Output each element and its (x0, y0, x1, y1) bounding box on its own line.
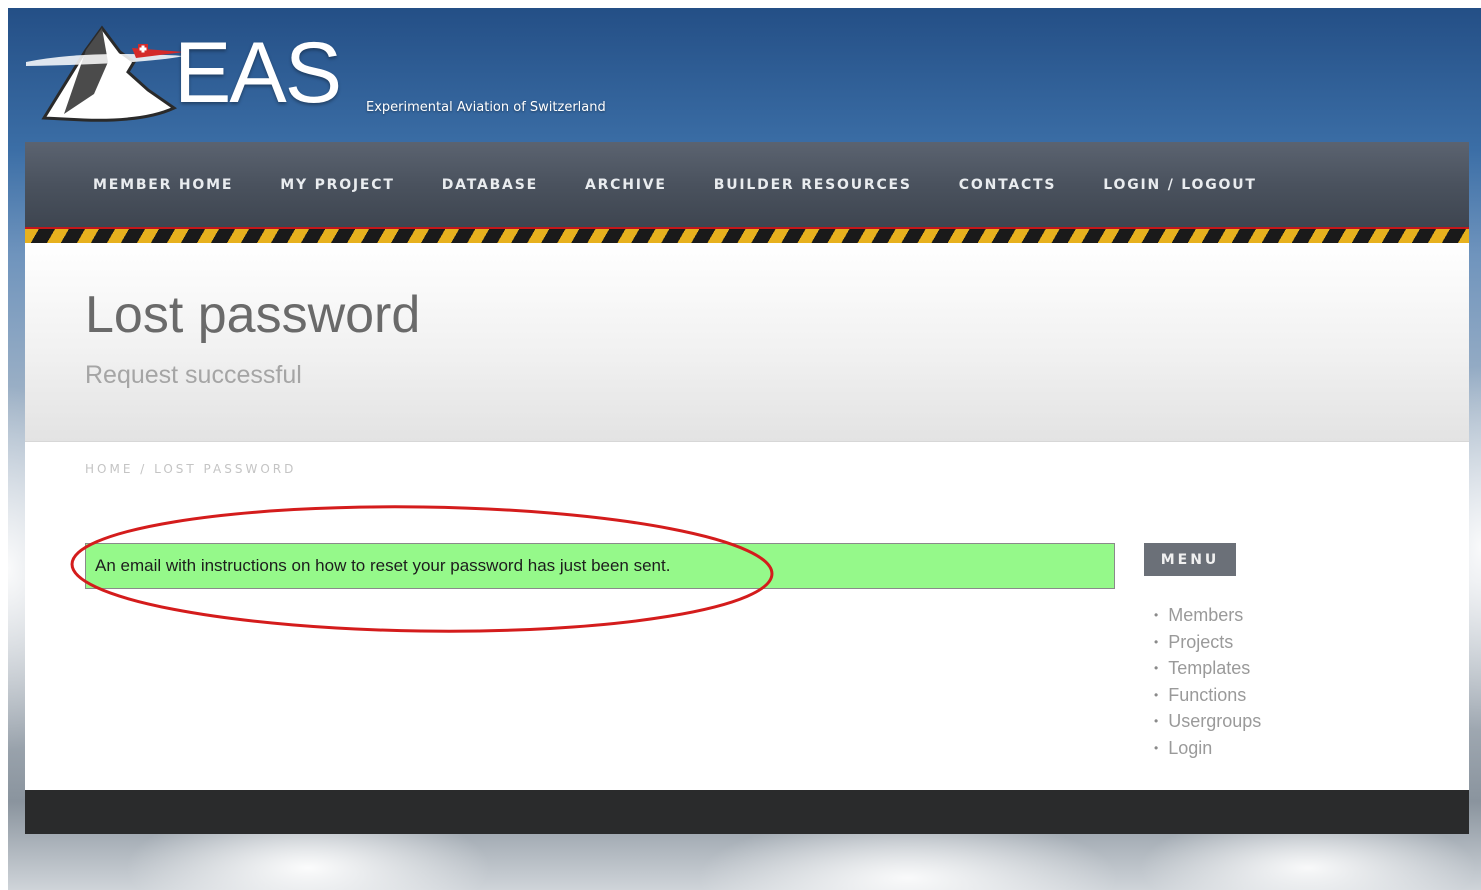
matterhorn-plane-logo-icon (26, 25, 184, 122)
main-navigation: MEMBER HOME MY PROJECT DATABASE ARCHIVE … (25, 142, 1469, 227)
success-notice: An email with instructions on how to res… (85, 543, 1115, 589)
nav-my-project[interactable]: MY PROJECT (280, 177, 394, 193)
breadcrumb: HOME / LOST PASSWORD (85, 462, 296, 476)
sidebar-link-functions[interactable]: Functions (1168, 682, 1246, 709)
nav-contacts[interactable]: CONTACTS (959, 177, 1057, 193)
browser-viewport: EAS Experimental Aviation of Switzerland… (8, 8, 1481, 890)
bullet-icon: • (1154, 634, 1159, 649)
main-content: HOME / LOST PASSWORD An email with instr… (25, 442, 1469, 790)
sidebar-menu-heading: MENU (1144, 543, 1236, 576)
site-container: MEMBER HOME MY PROJECT DATABASE ARCHIVE … (25, 142, 1469, 834)
sidebar-link-members[interactable]: Members (1168, 602, 1243, 629)
sidebar-menu-list: • Members • Projects • Templates • Functions… (1154, 602, 1261, 762)
sidebar-link-usergroups[interactable]: Usergroups (1168, 708, 1261, 735)
site-logo[interactable]: EAS Experimental Aviation of Switzerland (24, 22, 664, 132)
bullet-icon: • (1154, 714, 1159, 729)
nav-member-home[interactable]: MEMBER HOME (93, 177, 233, 193)
site-footer (25, 790, 1469, 834)
breadcrumb-home-link[interactable]: HOME (85, 462, 133, 476)
bullet-icon: • (1154, 740, 1159, 755)
bullet-icon: • (1154, 661, 1159, 676)
breadcrumb-separator: / (133, 462, 155, 476)
nav-database[interactable]: DATABASE (442, 177, 538, 193)
breadcrumb-current: LOST PASSWORD (154, 462, 297, 476)
nav-login-logout[interactable]: LOGIN / LOGOUT (1103, 177, 1256, 193)
sidebar-item-templates: • Templates (1154, 655, 1261, 682)
sidebar-link-templates[interactable]: Templates (1168, 655, 1250, 682)
sidebar-link-login[interactable]: Login (1168, 735, 1212, 762)
hazard-stripe-divider (25, 227, 1469, 243)
sidebar-item-members: • Members (1154, 602, 1261, 629)
bullet-icon: • (1154, 687, 1159, 702)
nav-archive[interactable]: ARCHIVE (585, 177, 667, 193)
sidebar-item-login: • Login (1154, 735, 1261, 762)
sidebar-item-functions: • Functions (1154, 682, 1261, 709)
nav-builder-resources[interactable]: BUILDER RESOURCES (714, 177, 912, 193)
page-title: Lost password (85, 286, 421, 344)
success-notice-message: An email with instructions on how to res… (95, 556, 671, 575)
sidebar-item-usergroups: • Usergroups (1154, 708, 1261, 735)
logo-tagline: Experimental Aviation of Switzerland (366, 100, 606, 115)
page-subtitle: Request successful (85, 361, 302, 389)
sidebar-link-projects[interactable]: Projects (1168, 629, 1233, 656)
bullet-icon: • (1154, 608, 1159, 622)
sidebar-item-projects: • Projects (1154, 629, 1261, 656)
page-header: Lost password Request successful (25, 243, 1469, 442)
logo-wordmark: EAS (174, 25, 342, 121)
